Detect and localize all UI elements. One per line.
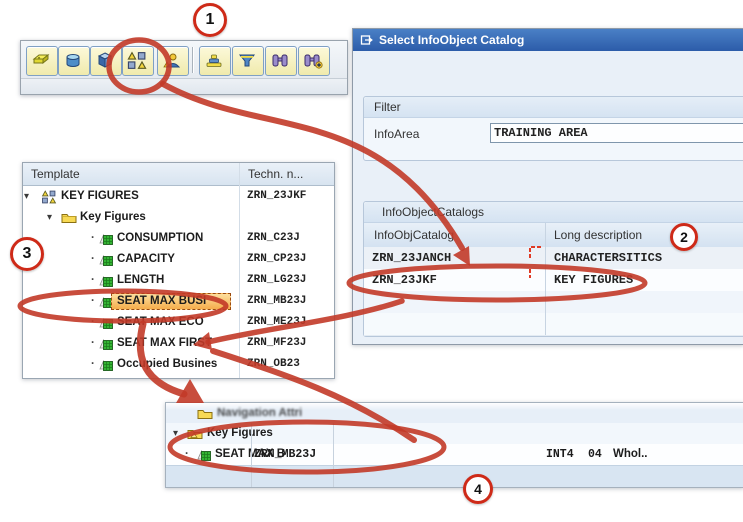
catalog-row-empty-2[interactable] — [364, 313, 743, 336]
annotation-arrowhead-3 — [176, 379, 204, 403]
col-infoobjcatalog[interactable]: InfoObjCatalog — [374, 223, 454, 247]
dialog-titlebar[interactable]: Select InfoObject Catalog — [353, 29, 743, 51]
step-badge-3: 3 — [10, 237, 44, 271]
step-badge-2: 2 — [670, 223, 698, 251]
find-button[interactable] — [265, 46, 297, 76]
bullet-icon: · — [91, 228, 95, 249]
screenshot-stage: Select InfoObject Catalog Filter InfoAre… — [0, 0, 743, 522]
tree-row-capacity[interactable]: · CAPACITY ZRN_CP23J — [23, 249, 334, 270]
key-figure-icon — [99, 274, 114, 287]
dialog-title: Select InfoObject Catalog — [379, 33, 524, 47]
infocube-button[interactable] — [90, 46, 122, 76]
stack-icon — [204, 51, 224, 70]
panel-cut-fade — [166, 403, 743, 410]
cylinder-icon — [63, 51, 83, 70]
bullet-icon: · — [185, 444, 189, 465]
sort-button[interactable] — [199, 46, 231, 76]
infoarea-icon — [31, 51, 51, 70]
detail-column-divider — [333, 423, 334, 487]
bullet-icon: · — [91, 312, 95, 333]
toolbar-lower-strip — [21, 78, 347, 94]
catalog-icon — [127, 51, 147, 70]
adopt-icon — [360, 33, 373, 46]
step-badge-4: 4 — [463, 474, 493, 504]
bullet-icon: · — [91, 249, 95, 270]
funnel-icon — [237, 51, 257, 70]
infoarea-button[interactable] — [26, 46, 58, 76]
tree-row-occupied-busines[interactable]: · Occupied Busines ZRN_OB23 — [23, 354, 334, 375]
folder-icon — [187, 427, 203, 440]
detail-row-seat-max-b[interactable]: · SEAT MAX B ZRN_MB23J INT4 04 Whol.. — [166, 444, 743, 465]
key-figure-icon — [99, 337, 114, 350]
bullet-icon: · — [91, 333, 95, 354]
tree-row-length[interactable]: · LENGTH ZRN_LG23J — [23, 270, 334, 291]
detail-datatype: INT4 — [546, 444, 574, 465]
infoarea-label: InfoArea — [374, 127, 419, 141]
cube-icon — [95, 51, 115, 70]
key-figure-icon — [99, 253, 114, 266]
key-figure-icon — [99, 232, 114, 245]
expander-icon[interactable]: ▾ — [47, 207, 52, 228]
filter-groupbox: Filter InfoArea — [363, 96, 743, 161]
expander-icon[interactable]: ▾ — [173, 423, 178, 444]
detail-description: Whol.. — [613, 444, 648, 465]
detail-length: 04 — [588, 444, 602, 465]
tree-row-key-figures-folder[interactable]: ▾ Key Figures — [23, 207, 334, 228]
catalog-row-keyfigures[interactable]: ZRN_23JKF KEY FIGURES — [364, 269, 743, 292]
binoculars-icon — [270, 51, 290, 70]
application-toolbar — [20, 40, 348, 95]
tree-col-template[interactable]: Template — [31, 163, 80, 185]
catalogs-column-divider — [545, 223, 546, 335]
tree-row-seat-max-eco[interactable]: · SEAT MAX ECO ZRN_ME23J — [23, 312, 334, 333]
tree-row-key-figures-catalog[interactable]: ▾ KEY FIGURES ZRN_23JKF — [23, 186, 334, 207]
catalogs-group-header: InfoObjectCatalogs — [364, 202, 743, 223]
key-figure-detail-panel: Navigation Attri ▾ Key Figures · SEAT MA… — [165, 402, 743, 488]
detail-row-empty[interactable] — [166, 465, 743, 487]
tree-row-seat-max-busi-selected[interactable]: · SEAT MAX BUSI ZRN_MB23J — [23, 291, 334, 312]
col-long-description[interactable]: Long description — [554, 223, 642, 247]
detail-column-divider — [251, 423, 252, 487]
bullet-icon: · — [91, 270, 95, 291]
infoarea-input[interactable] — [490, 123, 743, 143]
toolbar-separator — [192, 47, 193, 73]
key-figure-icon — [197, 448, 212, 461]
tree-header: Template Techn. n... — [23, 163, 334, 186]
catalog-row-empty-1[interactable] — [364, 291, 743, 314]
key-figure-icon — [99, 316, 114, 329]
bullet-icon: · — [91, 291, 95, 312]
key-figure-icon — [99, 358, 114, 371]
tree-row-seat-max-first[interactable]: · SEAT MAX FIRST ZRN_MF23J — [23, 333, 334, 354]
infoobject-catalogs-groupbox: InfoObjectCatalogs InfoObjCatalog Long d… — [363, 201, 743, 337]
bullet-icon: · — [91, 354, 95, 375]
binoculars-plus-icon — [303, 51, 323, 70]
infoprovider-button[interactable] — [58, 46, 90, 76]
person-icon — [162, 51, 182, 70]
expander-icon[interactable]: ▾ — [24, 186, 29, 207]
step-badge-1: 1 — [193, 3, 227, 37]
detail-row-key-figures-folder[interactable]: ▾ Key Figures — [166, 423, 743, 444]
detail-tech-name: ZRN_MB23J — [254, 444, 316, 465]
tree-col-techname[interactable]: Techn. n... — [248, 163, 303, 185]
infoobject-catalog-button[interactable] — [122, 46, 154, 76]
find-next-button[interactable] — [298, 46, 330, 76]
select-infoobject-catalog-dialog: Select InfoObject Catalog Filter InfoAre… — [352, 28, 743, 345]
infoobject-button[interactable] — [157, 46, 189, 76]
catalog-icon — [41, 190, 57, 204]
tree-row-consumption[interactable]: · CONSUMPTION ZRN_C23J — [23, 228, 334, 249]
folder-icon — [61, 211, 77, 224]
template-tree-panel: Template Techn. n... ▾ KEY FIGURES ZRN_2… — [22, 162, 335, 379]
filter-group-header: Filter — [364, 97, 743, 118]
filter-button[interactable] — [232, 46, 264, 76]
